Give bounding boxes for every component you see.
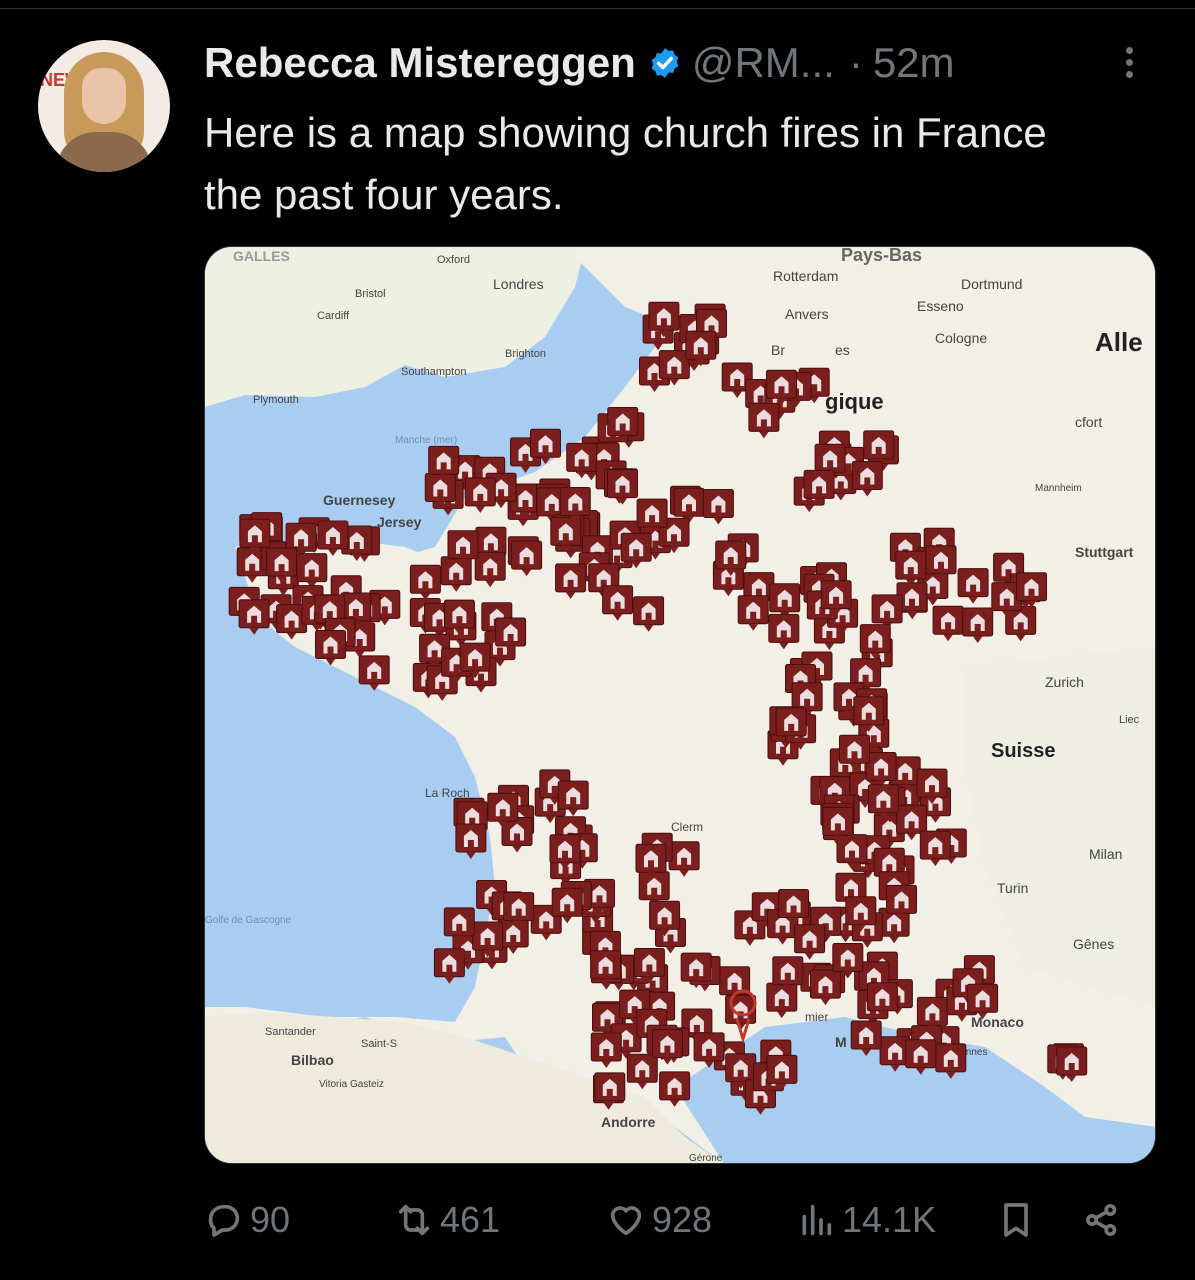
- map-label-saint: Saint-S: [361, 1038, 397, 1050]
- map-label-esseno: Esseno: [917, 298, 964, 314]
- tweet-header: Rebecca Mistereggen @RM... · 52m: [204, 38, 955, 88]
- map-label-cologne: Cologne: [935, 330, 987, 346]
- repost-icon: [398, 1204, 430, 1236]
- map-label-manche: Manche (mer): [395, 435, 457, 446]
- heart-icon: [610, 1206, 642, 1236]
- timestamp[interactable]: 52m: [873, 39, 955, 87]
- map-label-m: M: [835, 1034, 847, 1050]
- map-label-monaco: Monaco: [971, 1014, 1024, 1030]
- reply-icon: [208, 1204, 240, 1237]
- bookmark-button[interactable]: [996, 1190, 1042, 1250]
- separator-dot: ·: [848, 39, 863, 86]
- views-button[interactable]: 14.1K: [796, 1190, 936, 1250]
- verified-badge-icon[interactable]: [648, 46, 682, 80]
- map-label-turin: Turin: [997, 880, 1028, 896]
- map-label-cardiff: Cardiff: [317, 310, 350, 322]
- avatar-face: [82, 68, 126, 124]
- top-divider: [0, 8, 1195, 9]
- map-label-londres: Londres: [493, 276, 544, 292]
- avatar[interactable]: NEW: [38, 40, 170, 172]
- map-label-guernesey: Guernesey: [323, 492, 396, 508]
- map-label-dortmund: Dortmund: [961, 276, 1022, 292]
- map-label-paysbas: Pays-Bas: [841, 247, 922, 265]
- views-count: 14.1K: [842, 1199, 937, 1240]
- map-label-bruxelles2: es: [835, 342, 850, 358]
- map-label-southampton: Southampton: [401, 366, 466, 378]
- map-label-rotterdam: Rotterdam: [773, 268, 838, 284]
- reply-button[interactable]: 90: [204, 1190, 290, 1250]
- like-count: 928: [652, 1199, 713, 1240]
- bookmark-icon: [1004, 1203, 1028, 1237]
- map-label-genes: Gênes: [1073, 936, 1114, 952]
- map-label-plymouth: Plymouth: [253, 394, 299, 406]
- map-label-golfe: Golfe de Gascogne: [205, 915, 292, 926]
- repost-button[interactable]: 461: [394, 1190, 500, 1250]
- tweet-text: Here is a map showing church fires in Fr…: [204, 109, 1047, 218]
- map-label-francfort: cfort: [1075, 414, 1102, 430]
- map-label-mier: mier: [805, 1010, 828, 1024]
- map-label-gerone: Gérone: [689, 1153, 723, 1164]
- map-label-mannheim: Mannheim: [1035, 483, 1082, 494]
- tweet-media-map[interactable]: GALLES Oxford Londres Bristol Cardiff Br…: [204, 246, 1156, 1164]
- share-button[interactable]: [1082, 1190, 1128, 1250]
- map-label-alle: Alle: [1095, 327, 1143, 357]
- map-label-suisse: Suisse: [991, 740, 1055, 762]
- map-label-andorre: Andorre: [601, 1114, 656, 1130]
- map-label-clerm: Clerm: [671, 820, 703, 834]
- like-button[interactable]: 928: [606, 1190, 712, 1250]
- map-label-zurich: Zurich: [1045, 674, 1084, 690]
- repost-count: 461: [440, 1199, 501, 1240]
- map-label-oxford: Oxford: [437, 254, 470, 266]
- map-label-jersey: Jersey: [377, 514, 422, 530]
- map-label-galles: GALLES: [233, 248, 290, 264]
- map-image: GALLES Oxford Londres Bristol Cardiff Br…: [205, 247, 1155, 1164]
- map-label-stuttgart: Stuttgart: [1075, 544, 1134, 560]
- map-label-bruxelles: Br: [771, 342, 785, 358]
- map-label-vitoria: Vitoria Gasteiz: [319, 1079, 384, 1090]
- tweet-actions: 90 461 928 14.1K: [0, 1190, 1195, 1250]
- map-label-brighton: Brighton: [505, 348, 546, 360]
- map-label-belgique: gique: [825, 389, 884, 414]
- map-label-lie: Liec: [1119, 714, 1140, 726]
- author-name[interactable]: Rebecca Mistereggen: [204, 39, 636, 87]
- more-options-icon[interactable]: [1114, 42, 1144, 86]
- reply-count: 90: [250, 1199, 291, 1240]
- map-label-santander: Santander: [265, 1026, 316, 1038]
- map-label-anvers: Anvers: [785, 306, 829, 322]
- map-label-bristol: Bristol: [355, 288, 386, 300]
- author-handle[interactable]: @RM...: [692, 39, 835, 87]
- views-chart-icon: [802, 1204, 832, 1236]
- map-label-bilbao: Bilbao: [291, 1052, 334, 1068]
- map-label-milan: Milan: [1089, 846, 1122, 862]
- share-icon: [1086, 1204, 1117, 1236]
